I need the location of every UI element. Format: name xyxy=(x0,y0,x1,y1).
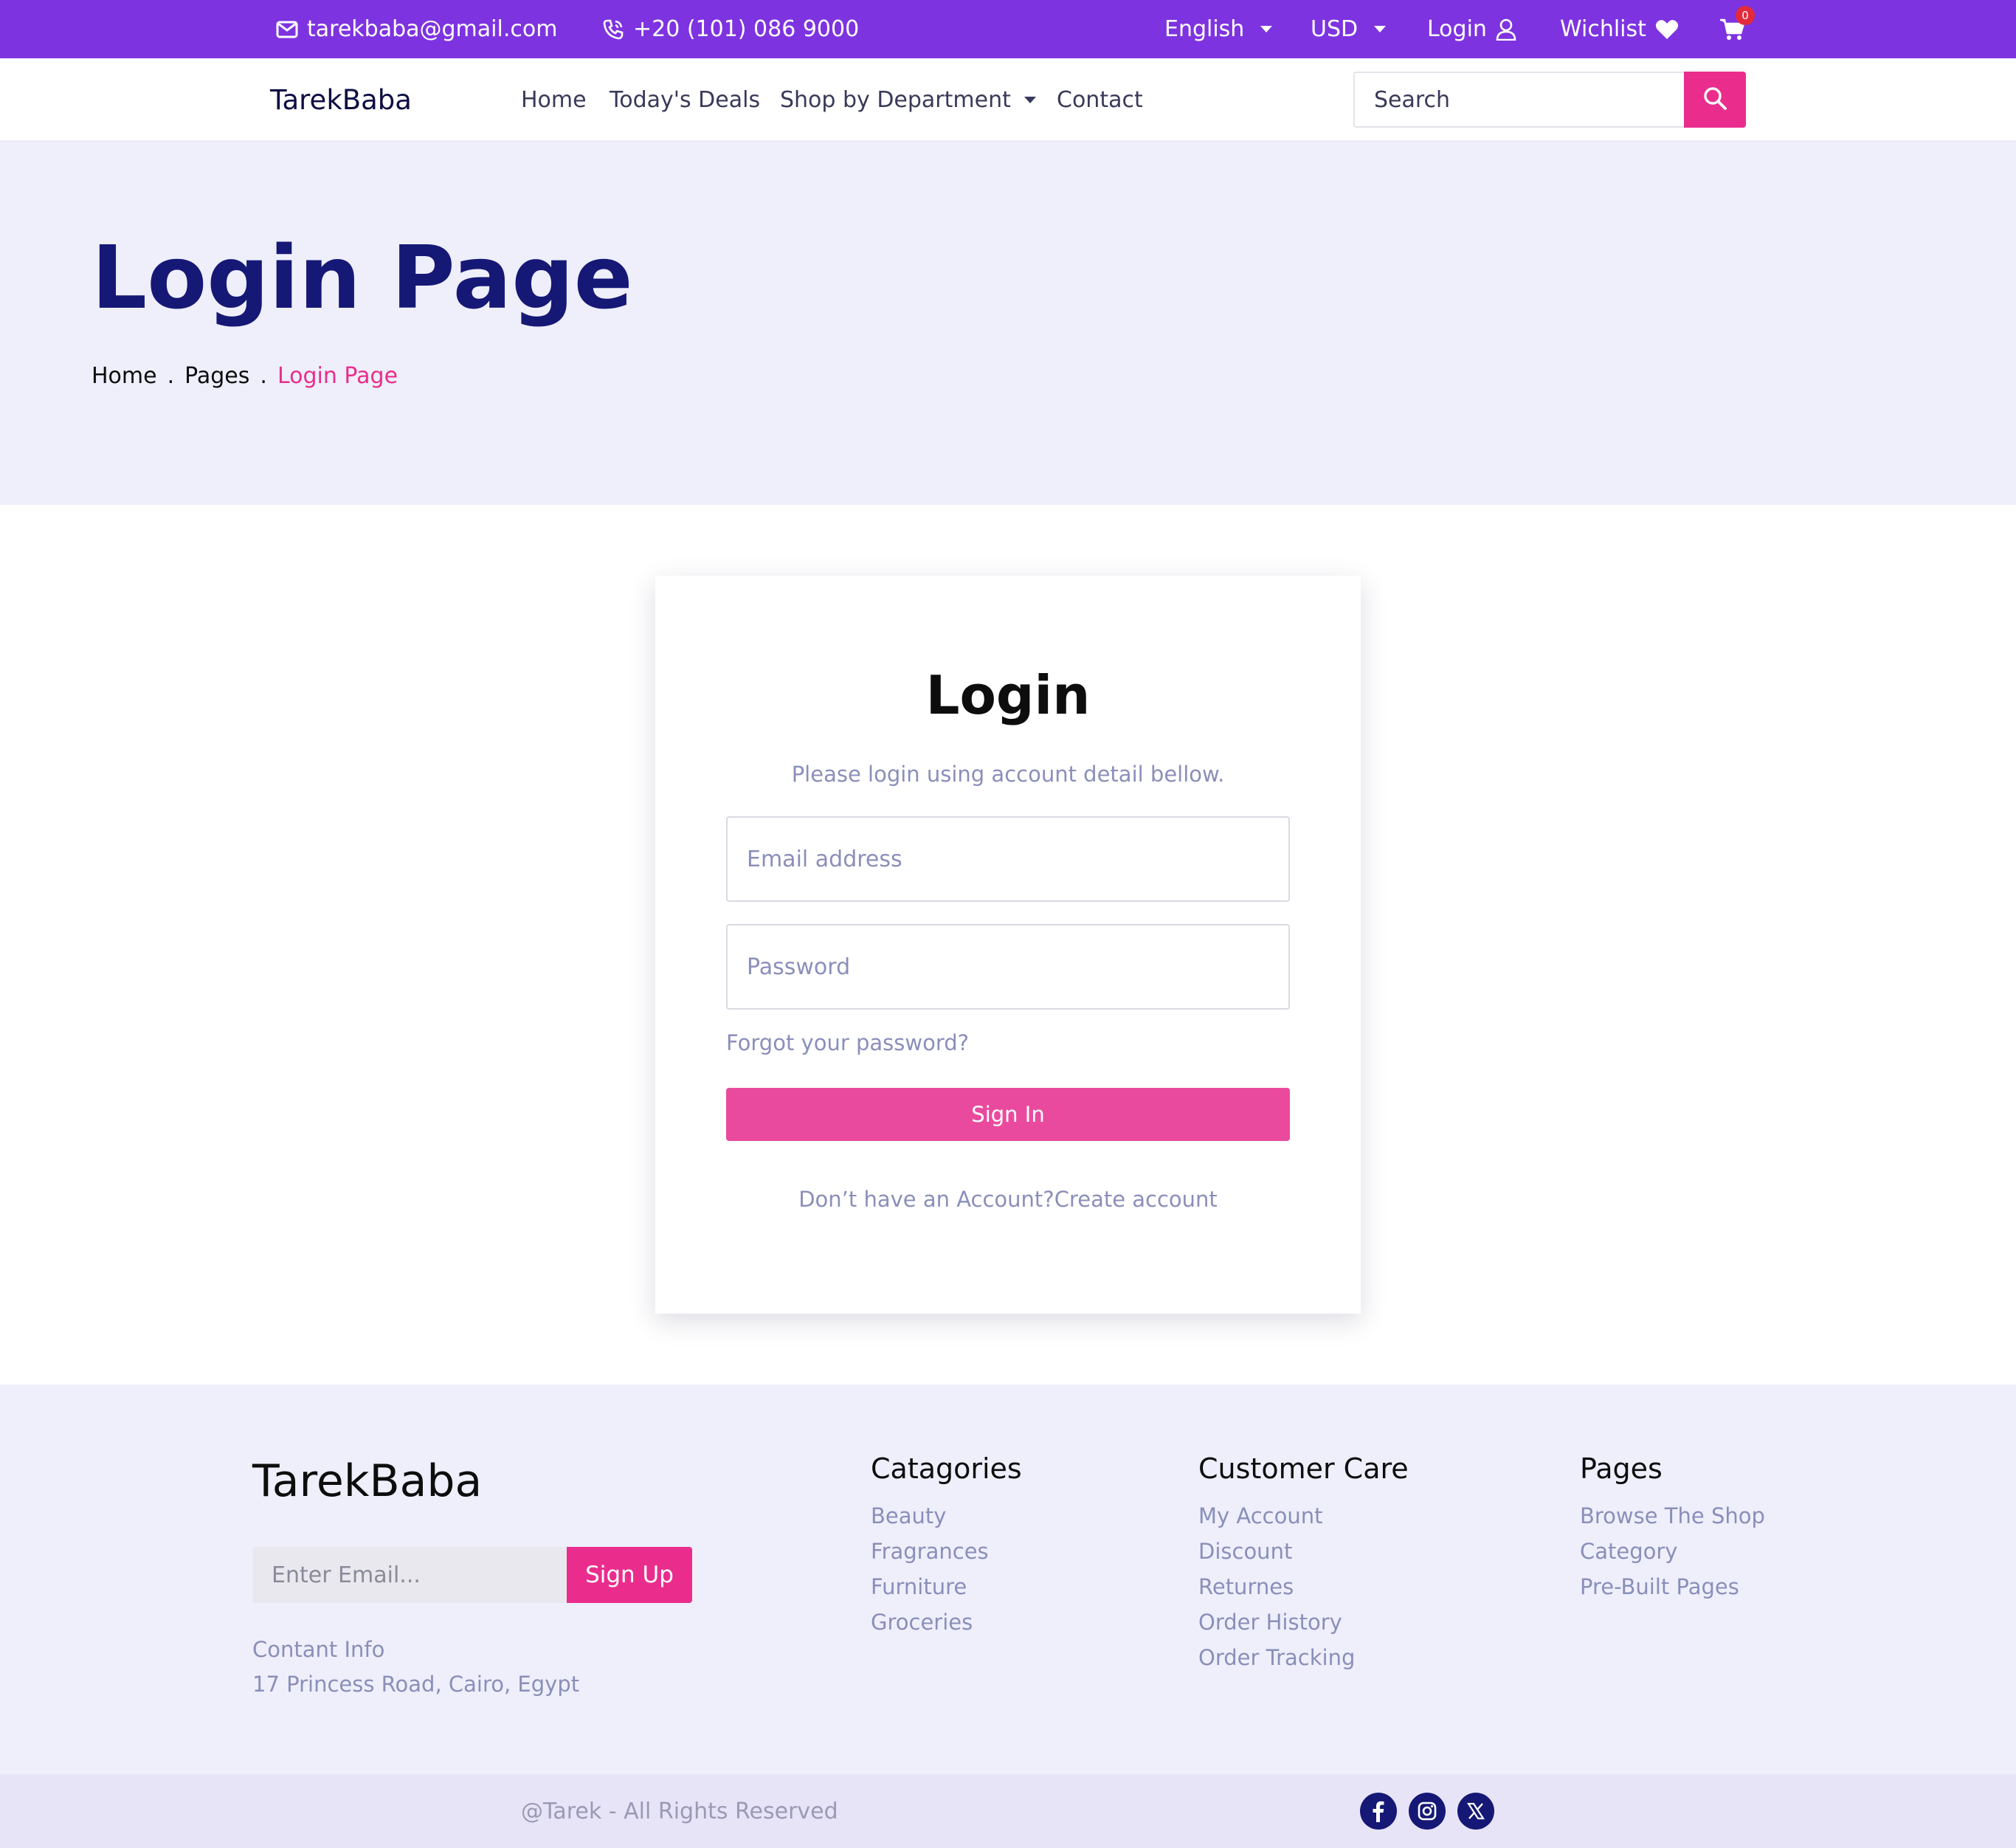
currency-label: USD xyxy=(1311,16,1359,42)
currency-dropdown[interactable]: USD xyxy=(1311,0,1387,58)
instagram-icon[interactable] xyxy=(1409,1793,1446,1830)
footer-link-browse-the-shop[interactable]: Browse The Shop xyxy=(1580,1498,1765,1534)
forgot-password-link[interactable]: Forgot your password? xyxy=(726,1030,969,1055)
nav-link-todays-deals[interactable]: Today's Deals xyxy=(610,58,760,142)
footer-column-customer-care: Customer Care My Account Discount Return… xyxy=(1198,1452,1409,1675)
language-dropdown[interactable]: English xyxy=(1164,0,1273,58)
nav-link-contact[interactable]: Contact xyxy=(1057,58,1143,142)
breadcrumb-home[interactable]: Home xyxy=(92,363,157,389)
chevron-down-icon xyxy=(1260,26,1273,32)
login-title: Login xyxy=(925,664,1091,726)
login-subtitle: Please login using account detail bellow… xyxy=(791,762,1225,787)
password-field[interactable]: Password xyxy=(726,924,1290,1010)
create-account-link[interactable]: Create account xyxy=(1054,1187,1218,1212)
nav-link-shop-by-department-label: Shop by Department xyxy=(780,87,1011,113)
main-navbar: TarekBaba Home Today's Deals Shop by Dep… xyxy=(0,58,2016,142)
contact-phone[interactable]: +20 (101) 086 9000 xyxy=(602,0,859,58)
email-placeholder: Email address xyxy=(747,846,902,872)
breadcrumb-separator: . xyxy=(167,363,175,389)
footer-link-beauty[interactable]: Beauty xyxy=(871,1498,1022,1534)
cart-count-badge: 0 xyxy=(1736,6,1755,25)
email-field[interactable]: Email address xyxy=(726,816,1290,902)
footer-link-my-account[interactable]: My Account xyxy=(1198,1498,1409,1534)
search-icon xyxy=(1703,86,1727,113)
footer-link-category[interactable]: Category xyxy=(1580,1534,1765,1569)
contact-address: 17 Princess Road, Cairo, Egypt xyxy=(252,1672,580,1697)
password-placeholder: Password xyxy=(747,954,851,980)
footer-column-heading: Catagories xyxy=(871,1452,1022,1485)
footer-link-furniture[interactable]: Furniture xyxy=(871,1569,1022,1604)
footer-link-returnes[interactable]: Returnes xyxy=(1198,1569,1409,1604)
footer-link-order-tracking[interactable]: Order Tracking xyxy=(1198,1640,1409,1675)
search-button[interactable] xyxy=(1684,72,1746,128)
breadcrumb-current: Login Page xyxy=(277,363,398,389)
contact-email-text: tarekbaba@gmail.com xyxy=(307,16,558,42)
chevron-down-icon xyxy=(1023,97,1036,103)
footer-column-pages: Pages Browse The Shop Category Pre-Built… xyxy=(1580,1452,1765,1604)
footer-column-heading: Customer Care xyxy=(1198,1452,1409,1485)
search-placeholder: Search xyxy=(1374,86,1451,113)
breadcrumb-pages[interactable]: Pages xyxy=(184,363,249,389)
footer-link-fragrances[interactable]: Fragrances xyxy=(871,1534,1022,1569)
nav-link-home[interactable]: Home xyxy=(521,58,587,142)
footer-brand[interactable]: TarekBaba xyxy=(252,1455,482,1507)
search-input[interactable]: Search xyxy=(1353,72,1685,128)
envelope-icon xyxy=(276,21,298,38)
newsletter-email-input[interactable]: Enter Email... xyxy=(252,1547,568,1603)
contact-phone-text: +20 (101) 086 9000 xyxy=(633,16,860,42)
language-label: English xyxy=(1164,16,1245,42)
contact-email[interactable]: tarekbaba@gmail.com xyxy=(276,0,557,58)
footer-link-pre-built-pages[interactable]: Pre-Built Pages xyxy=(1580,1569,1765,1604)
facebook-icon[interactable] xyxy=(1360,1793,1397,1830)
login-label: Login xyxy=(1427,16,1487,42)
top-bar: tarekbaba@gmail.com +20 (101) 086 9000 E… xyxy=(0,0,2016,58)
x-icon[interactable] xyxy=(1457,1793,1494,1830)
user-icon xyxy=(1496,18,1516,41)
nav-link-shop-by-department[interactable]: Shop by Department xyxy=(780,58,1036,142)
copyright-bar: @Tarek - All Rights Reserved xyxy=(0,1774,2016,1848)
sign-in-button[interactable]: Sign In xyxy=(726,1088,1290,1141)
chevron-down-icon xyxy=(1374,26,1387,32)
phone-icon xyxy=(602,18,624,41)
copyright-text: @Tarek - All Rights Reserved xyxy=(521,1798,838,1824)
footer-link-groceries[interactable]: Groceries xyxy=(871,1604,1022,1640)
newsletter-signup-button[interactable]: Sign Up xyxy=(567,1547,692,1603)
wishlist-link[interactable]: Wichlist xyxy=(1560,0,1679,58)
footer-link-order-history[interactable]: Order History xyxy=(1198,1604,1409,1640)
footer-link-discount[interactable]: Discount xyxy=(1198,1534,1409,1569)
contact-info-label: Contant Info xyxy=(252,1637,385,1662)
footer-column-categories: Catagories Beauty Fragrances Furniture G… xyxy=(871,1452,1022,1640)
breadcrumb: Home . Pages . Login Page xyxy=(92,363,398,389)
brand-logo[interactable]: TarekBaba xyxy=(270,58,412,142)
no-account-text: Don’t have an Account? xyxy=(798,1187,1054,1212)
page-hero: Login Page Home . Pages . Login Page xyxy=(0,142,2016,505)
login-card: Login Please login using account detail … xyxy=(655,576,1361,1314)
login-link[interactable]: Login xyxy=(1427,0,1516,58)
newsletter-placeholder: Enter Email... xyxy=(272,1562,421,1588)
footer: TarekBaba Enter Email... Sign Up Contant… xyxy=(0,1385,2016,1774)
wishlist-label: Wichlist xyxy=(1560,16,1646,42)
footer-contact: Contant Info 17 Princess Road, Cairo, Eg… xyxy=(252,1632,579,1702)
create-account-prompt: Don’t have an Account?Create account xyxy=(655,1187,1361,1212)
heart-icon xyxy=(1655,19,1679,40)
breadcrumb-separator: . xyxy=(260,363,267,389)
page-title: Login Page xyxy=(92,227,633,328)
footer-column-heading: Pages xyxy=(1580,1452,1663,1485)
